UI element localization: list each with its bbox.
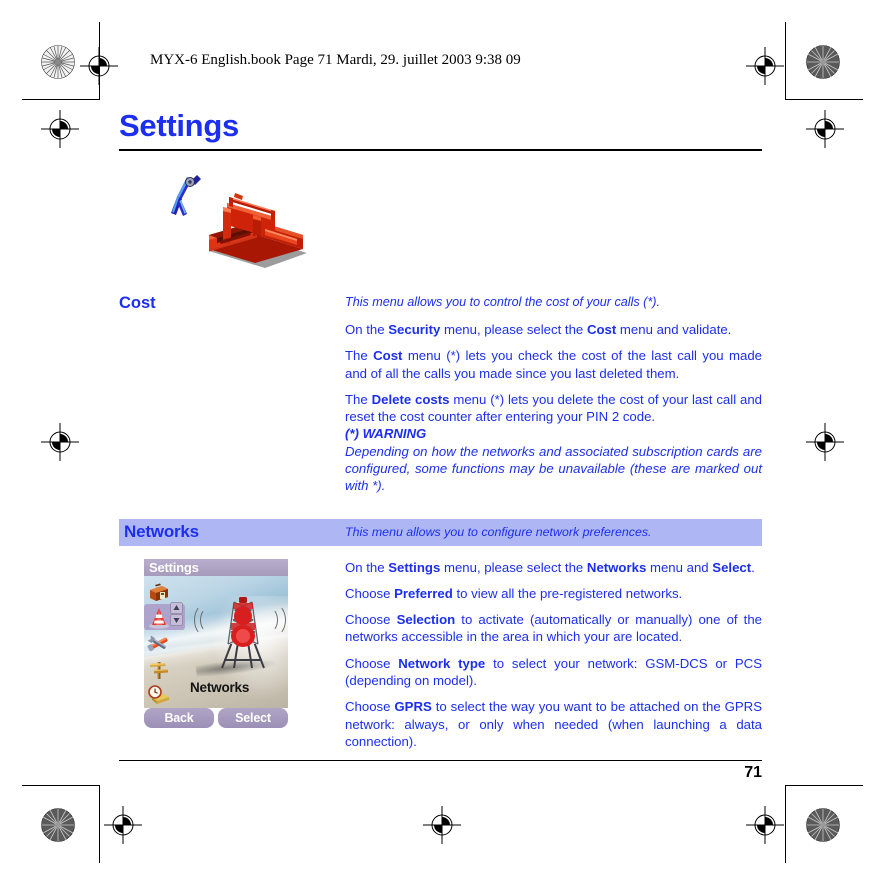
registration-cross-bottom-right [746,806,784,844]
body-paragraph: The Delete costs menu (*) lets you delet… [345,391,762,425]
networks-section-figure-column: Settings Networks Back Select [119,558,345,728]
body-paragraph: The Cost menu (*) lets you check the cos… [345,348,763,381]
body-paragraph: Choose Network type to select your netwo… [345,655,762,688]
rosette-mark-bottom-right [806,808,840,842]
trim-line-bottom-right-vertical [785,785,786,863]
networks-heading: Networks [124,522,199,542]
cost-section: Cost This menu allows you to control the… [119,294,762,495]
body-paragraph: Choose Selection to activate (automatica… [345,612,762,645]
trim-line-top-left-horizontal [22,99,100,100]
trim-line-left-vertical [99,22,100,100]
menu-icon-crossed-tools[interactable] [146,631,172,656]
body-paragraph: Choose Preferred to view all the pre-reg… [345,585,683,601]
networks-paragraphs: On the Settings menu, please select the … [345,559,762,751]
menu-icon-signpost[interactable] [146,657,172,682]
phone-selected-label: Networks [190,679,250,695]
rosette-mark-bottom-left [41,808,75,842]
phone-softkey-bar: Back Select [144,707,288,728]
phone-screen: Networks [144,575,288,708]
cost-section-label-column: Cost [119,294,345,314]
body-paragraph: On the Settings menu, please select the … [345,559,755,575]
phone-screenshot: Settings Networks Back Select [144,558,288,728]
signal-arc-right-2 [264,603,286,636]
networks-subtitle: This menu allows you to configure networ… [345,525,652,540]
phone-menu-icon-strip[interactable] [144,579,185,708]
networks-section: Settings Networks Back Select On the Set… [119,558,762,751]
softkey-select[interactable]: Select [218,707,288,728]
phone-titlebar: Settings [144,558,288,576]
page-content: Settings Cost This menu allows you to co… [119,108,762,751]
trim-line-top-right-horizontal [785,99,863,100]
title-divider [119,148,762,151]
registration-cross-top-right [746,47,784,85]
menu-icon-clock-book[interactable] [146,683,172,708]
warning-body: Depending on how the networks and associ… [345,443,762,494]
toolbox-illustration [157,169,317,274]
rosette-mark-top-left [41,45,75,79]
warning-title: (*) WARNING [345,426,427,442]
cost-intro-text: This menu allows you to control the cost… [345,294,660,309]
buoy-beacon-graphic [214,596,272,682]
registration-cross-bottom-left [104,806,142,844]
menu-icon-toolbox[interactable] [146,579,172,604]
softkey-back[interactable]: Back [144,707,214,728]
registration-cross-top-left [80,47,118,85]
signal-arc-left-2 [194,603,216,636]
networks-section-body: On the Settings menu, please select the … [345,559,762,751]
registration-cross-bottom-center [423,806,461,844]
registration-cross-mid-left [41,423,79,461]
menu-icon-traffic-cone[interactable] [146,605,172,630]
registration-cross-mid-right [806,423,844,461]
registration-cross-top-left-inner [41,110,79,148]
body-paragraph: Choose GPRS to select the way you want t… [345,699,763,749]
rosette-mark-top-right [806,45,840,79]
page-footer: 71 [119,760,762,782]
page-title: Settings [119,108,239,143]
page-number: 71 [744,764,762,781]
registration-cross-top-right-inner [806,110,844,148]
trim-line-right-vertical [785,22,786,100]
cost-heading: Cost [119,293,156,312]
trim-line-bottom-right-horizontal [785,785,863,786]
networks-banner: Networks This menu allows you to configu… [119,518,762,546]
body-paragraph: On the Security menu, please select the … [345,322,732,338]
trim-line-bottom-left-vertical [99,785,100,863]
footer-divider [119,760,762,761]
cost-section-body: This menu allows you to control the cost… [345,294,762,495]
print-header-text: MYX-6 English.book Page 71 Mardi, 29. ju… [150,52,521,68]
cost-paragraphs: On the Security menu, please select the … [345,321,762,425]
trim-line-bottom-left-horizontal [22,785,100,786]
